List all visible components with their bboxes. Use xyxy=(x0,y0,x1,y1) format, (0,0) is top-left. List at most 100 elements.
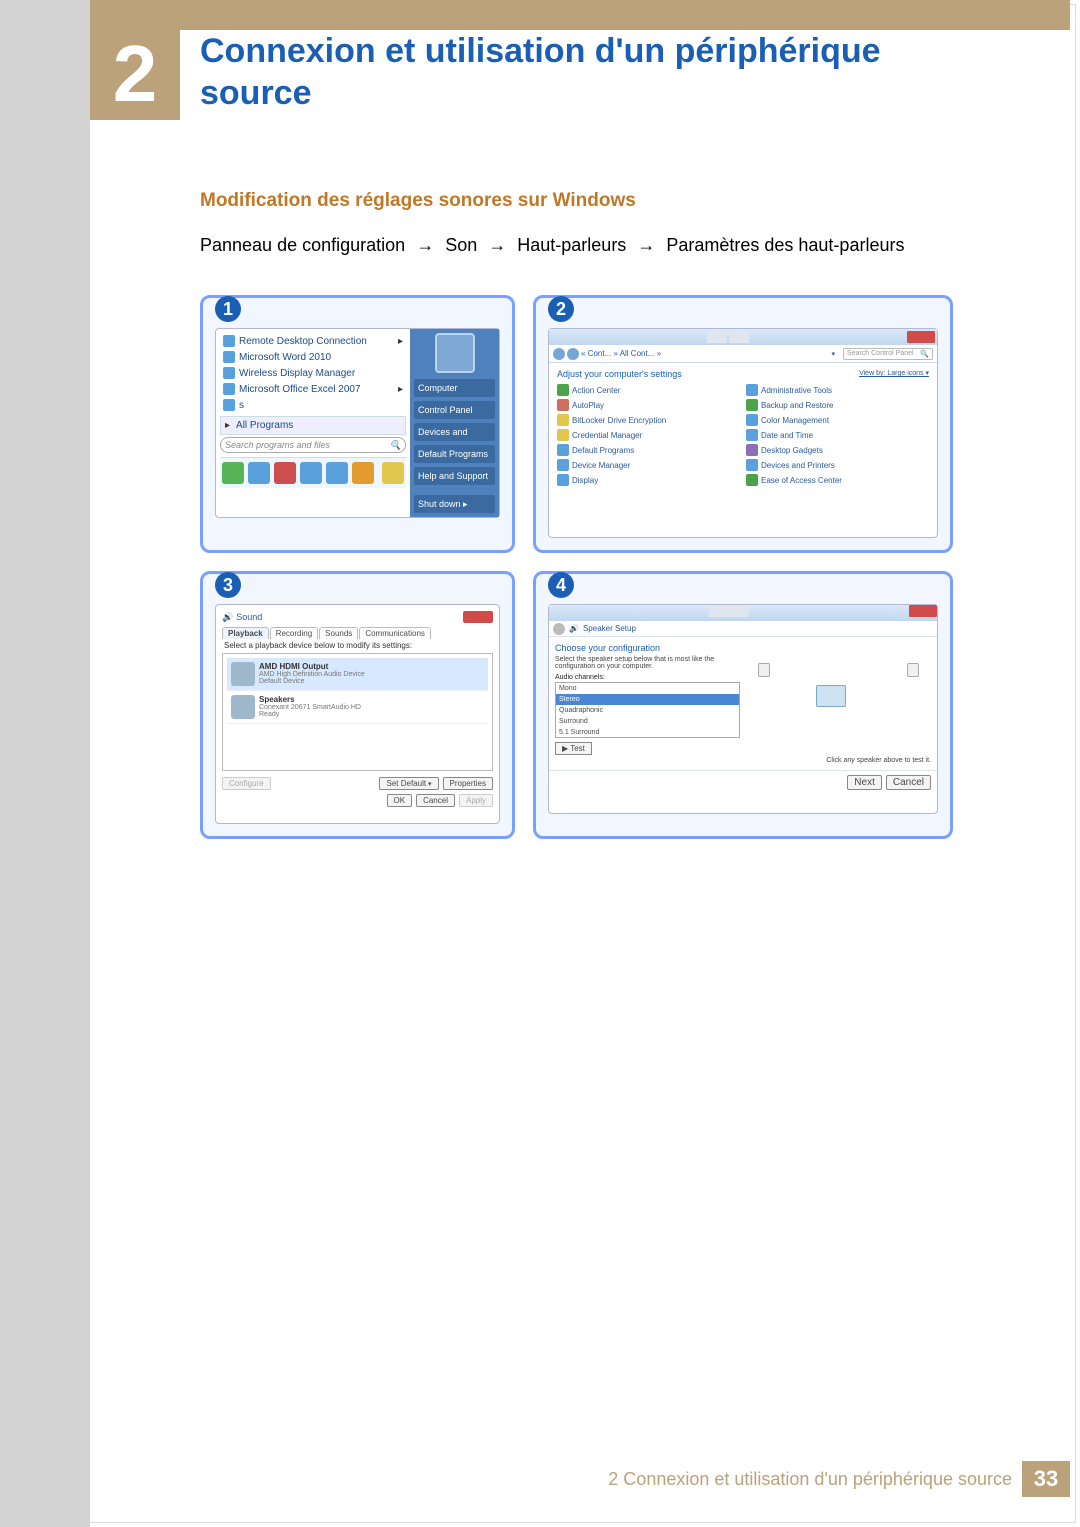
tab-sounds[interactable]: Sounds xyxy=(319,627,358,639)
control-panel-item[interactable]: Devices and Printers xyxy=(746,459,929,471)
audio-channels-list[interactable]: Mono Stereo Quadraphonic Surround 5.1 Su… xyxy=(555,682,740,738)
control-panel-item[interactable]: Desktop Gadgets xyxy=(746,444,929,456)
cp-item-label: Action Center xyxy=(572,386,620,395)
shutdown-button[interactable]: Shut down ▸ xyxy=(414,495,495,513)
control-panel-item[interactable]: Device Manager xyxy=(557,459,740,471)
speakers-icon xyxy=(231,695,255,719)
back-icon[interactable] xyxy=(553,623,565,635)
left-speaker-icon[interactable] xyxy=(758,663,770,677)
taskbar-pinned-icon[interactable] xyxy=(326,462,348,484)
next-button[interactable]: Next xyxy=(847,775,882,790)
search-placeholder-text: Search Control Panel xyxy=(847,350,914,357)
start-search-row: Search programs and files 🔍 xyxy=(220,435,406,457)
cancel-button[interactable]: Cancel xyxy=(886,775,931,790)
start-right-item[interactable]: Control Panel xyxy=(414,401,495,419)
control-panel-item[interactable]: Backup and Restore xyxy=(746,399,929,411)
channel-option[interactable]: Quadraphonic xyxy=(556,705,739,716)
start-item-label: Wireless Display Manager xyxy=(239,368,355,379)
control-panel-search-input[interactable]: Search Control Panel 🔍 xyxy=(843,348,933,360)
start-right-item[interactable]: Default Programs xyxy=(414,445,495,463)
breadcrumb-dropdown-icon[interactable]: ▾ xyxy=(831,350,835,358)
maximize-icon[interactable] xyxy=(729,605,749,617)
start-item[interactable]: Remote Desktop Connection▸ xyxy=(220,333,406,349)
device-list-hint: Select a playback device below to modify… xyxy=(224,641,493,650)
search-icon: 🔍 xyxy=(390,440,401,451)
taskbar-pinned-icon[interactable] xyxy=(382,462,404,484)
safe-icon xyxy=(557,429,569,441)
start-right-item[interactable]: Computer xyxy=(414,379,495,397)
channel-option-selected[interactable]: Stereo xyxy=(556,694,739,705)
close-icon[interactable] xyxy=(909,605,937,617)
chapter-title: Connexion et utilisation d'un périphériq… xyxy=(200,30,970,114)
autoplay-icon xyxy=(557,399,569,411)
tab-playback[interactable]: Playback xyxy=(222,627,269,639)
tab-communications[interactable]: Communications xyxy=(359,627,431,639)
test-button[interactable]: ▶ Test xyxy=(555,742,592,755)
speaker-setup-nav: 🔊 Speaker Setup xyxy=(549,621,937,637)
control-panel-item[interactable]: AutoPlay xyxy=(557,399,740,411)
view-by-dropdown[interactable]: View by: Large icons ▾ xyxy=(859,369,929,377)
sound-dialog-window: 🔊 Sound Playback Recording Sounds Commun… xyxy=(215,604,500,824)
control-panel-item[interactable]: Default Programs xyxy=(557,444,740,456)
speaker-setup-body: Choose your configuration Select the spe… xyxy=(549,637,937,770)
tab-recording[interactable]: Recording xyxy=(270,627,318,639)
apply-button[interactable]: Apply xyxy=(459,794,493,807)
ok-button[interactable]: OK xyxy=(387,794,413,807)
channel-option[interactable]: Surround xyxy=(556,716,739,727)
control-panel-item[interactable]: Date and Time xyxy=(746,429,929,441)
control-panel-item[interactable]: Credential Manager xyxy=(557,429,740,441)
minimize-icon[interactable] xyxy=(709,605,729,617)
cp-item-label: Backup and Restore xyxy=(761,401,834,410)
channel-option[interactable]: Mono xyxy=(556,683,739,694)
sound-icon: 🔊 xyxy=(222,612,233,623)
control-panel-item[interactable]: Administrative Tools xyxy=(746,384,929,396)
path-seg-1: Panneau de configuration xyxy=(200,235,405,255)
start-item[interactable]: Microsoft Word 2010 xyxy=(220,349,406,365)
channel-option[interactable]: 5.1 Surround xyxy=(556,727,739,738)
start-item[interactable]: s xyxy=(220,397,406,413)
control-panel-heading: Adjust your computer's settings xyxy=(557,369,682,379)
maximize-icon[interactable] xyxy=(729,331,749,343)
cancel-button[interactable]: Cancel xyxy=(416,794,455,807)
close-icon[interactable] xyxy=(907,331,935,343)
properties-button[interactable]: Properties xyxy=(443,777,493,790)
forward-icon[interactable] xyxy=(567,348,579,360)
path-seg-2: Son xyxy=(445,235,477,255)
close-icon[interactable] xyxy=(463,611,493,623)
playback-device-item[interactable]: AMD HDMI Output AMD High Definition Audi… xyxy=(227,658,488,691)
start-right-item[interactable]: Help and Support xyxy=(414,467,495,485)
taskbar-pinned-icon[interactable] xyxy=(352,462,374,484)
start-right-item[interactable]: Devices and Printers xyxy=(414,423,495,441)
all-programs-item[interactable]: ▸ All Programs xyxy=(220,416,406,435)
set-default-button[interactable]: Set Default xyxy=(379,777,438,790)
taskbar-start-icon[interactable] xyxy=(222,462,244,484)
all-programs-label: All Programs xyxy=(236,420,293,431)
control-panel-item[interactable]: Ease of Access Center xyxy=(746,474,929,486)
page-left-rail xyxy=(0,0,90,1527)
right-speaker-icon[interactable] xyxy=(907,663,919,677)
app-icon xyxy=(223,335,235,347)
clock-icon xyxy=(746,429,758,441)
address-breadcrumb[interactable]: « Cont... » All Cont... » xyxy=(581,349,829,358)
sound-icon: 🔊 xyxy=(569,624,579,633)
control-panel-item[interactable]: Color Management xyxy=(746,414,929,426)
lock-icon xyxy=(557,414,569,426)
start-item[interactable]: Microsoft Office Excel 2007▸ xyxy=(220,381,406,397)
back-icon[interactable] xyxy=(553,348,565,360)
configure-button[interactable]: Configure xyxy=(222,777,271,790)
minimize-icon[interactable] xyxy=(707,331,727,343)
search-icon: 🔍 xyxy=(920,350,929,358)
panel-4-speaker-setup: 4 🔊 Speaker Setup Choose your configurat… xyxy=(533,571,953,839)
path-arrow: → xyxy=(631,235,661,255)
taskbar-pinned-icon[interactable] xyxy=(248,462,270,484)
start-search-input[interactable]: Search programs and files 🔍 xyxy=(220,437,406,453)
panel-number-badge: 4 xyxy=(548,572,574,598)
control-panel-item[interactable]: BitLocker Drive Encryption xyxy=(557,414,740,426)
start-item[interactable]: Wireless Display Manager xyxy=(220,365,406,381)
control-panel-item[interactable]: Action Center xyxy=(557,384,740,396)
taskbar-pinned-icon[interactable] xyxy=(274,462,296,484)
playback-device-item[interactable]: Speakers Conexant 20671 SmartAudio HD Re… xyxy=(227,691,488,724)
control-panel-item[interactable]: Display xyxy=(557,474,740,486)
taskbar xyxy=(220,457,406,488)
taskbar-pinned-icon[interactable] xyxy=(300,462,322,484)
